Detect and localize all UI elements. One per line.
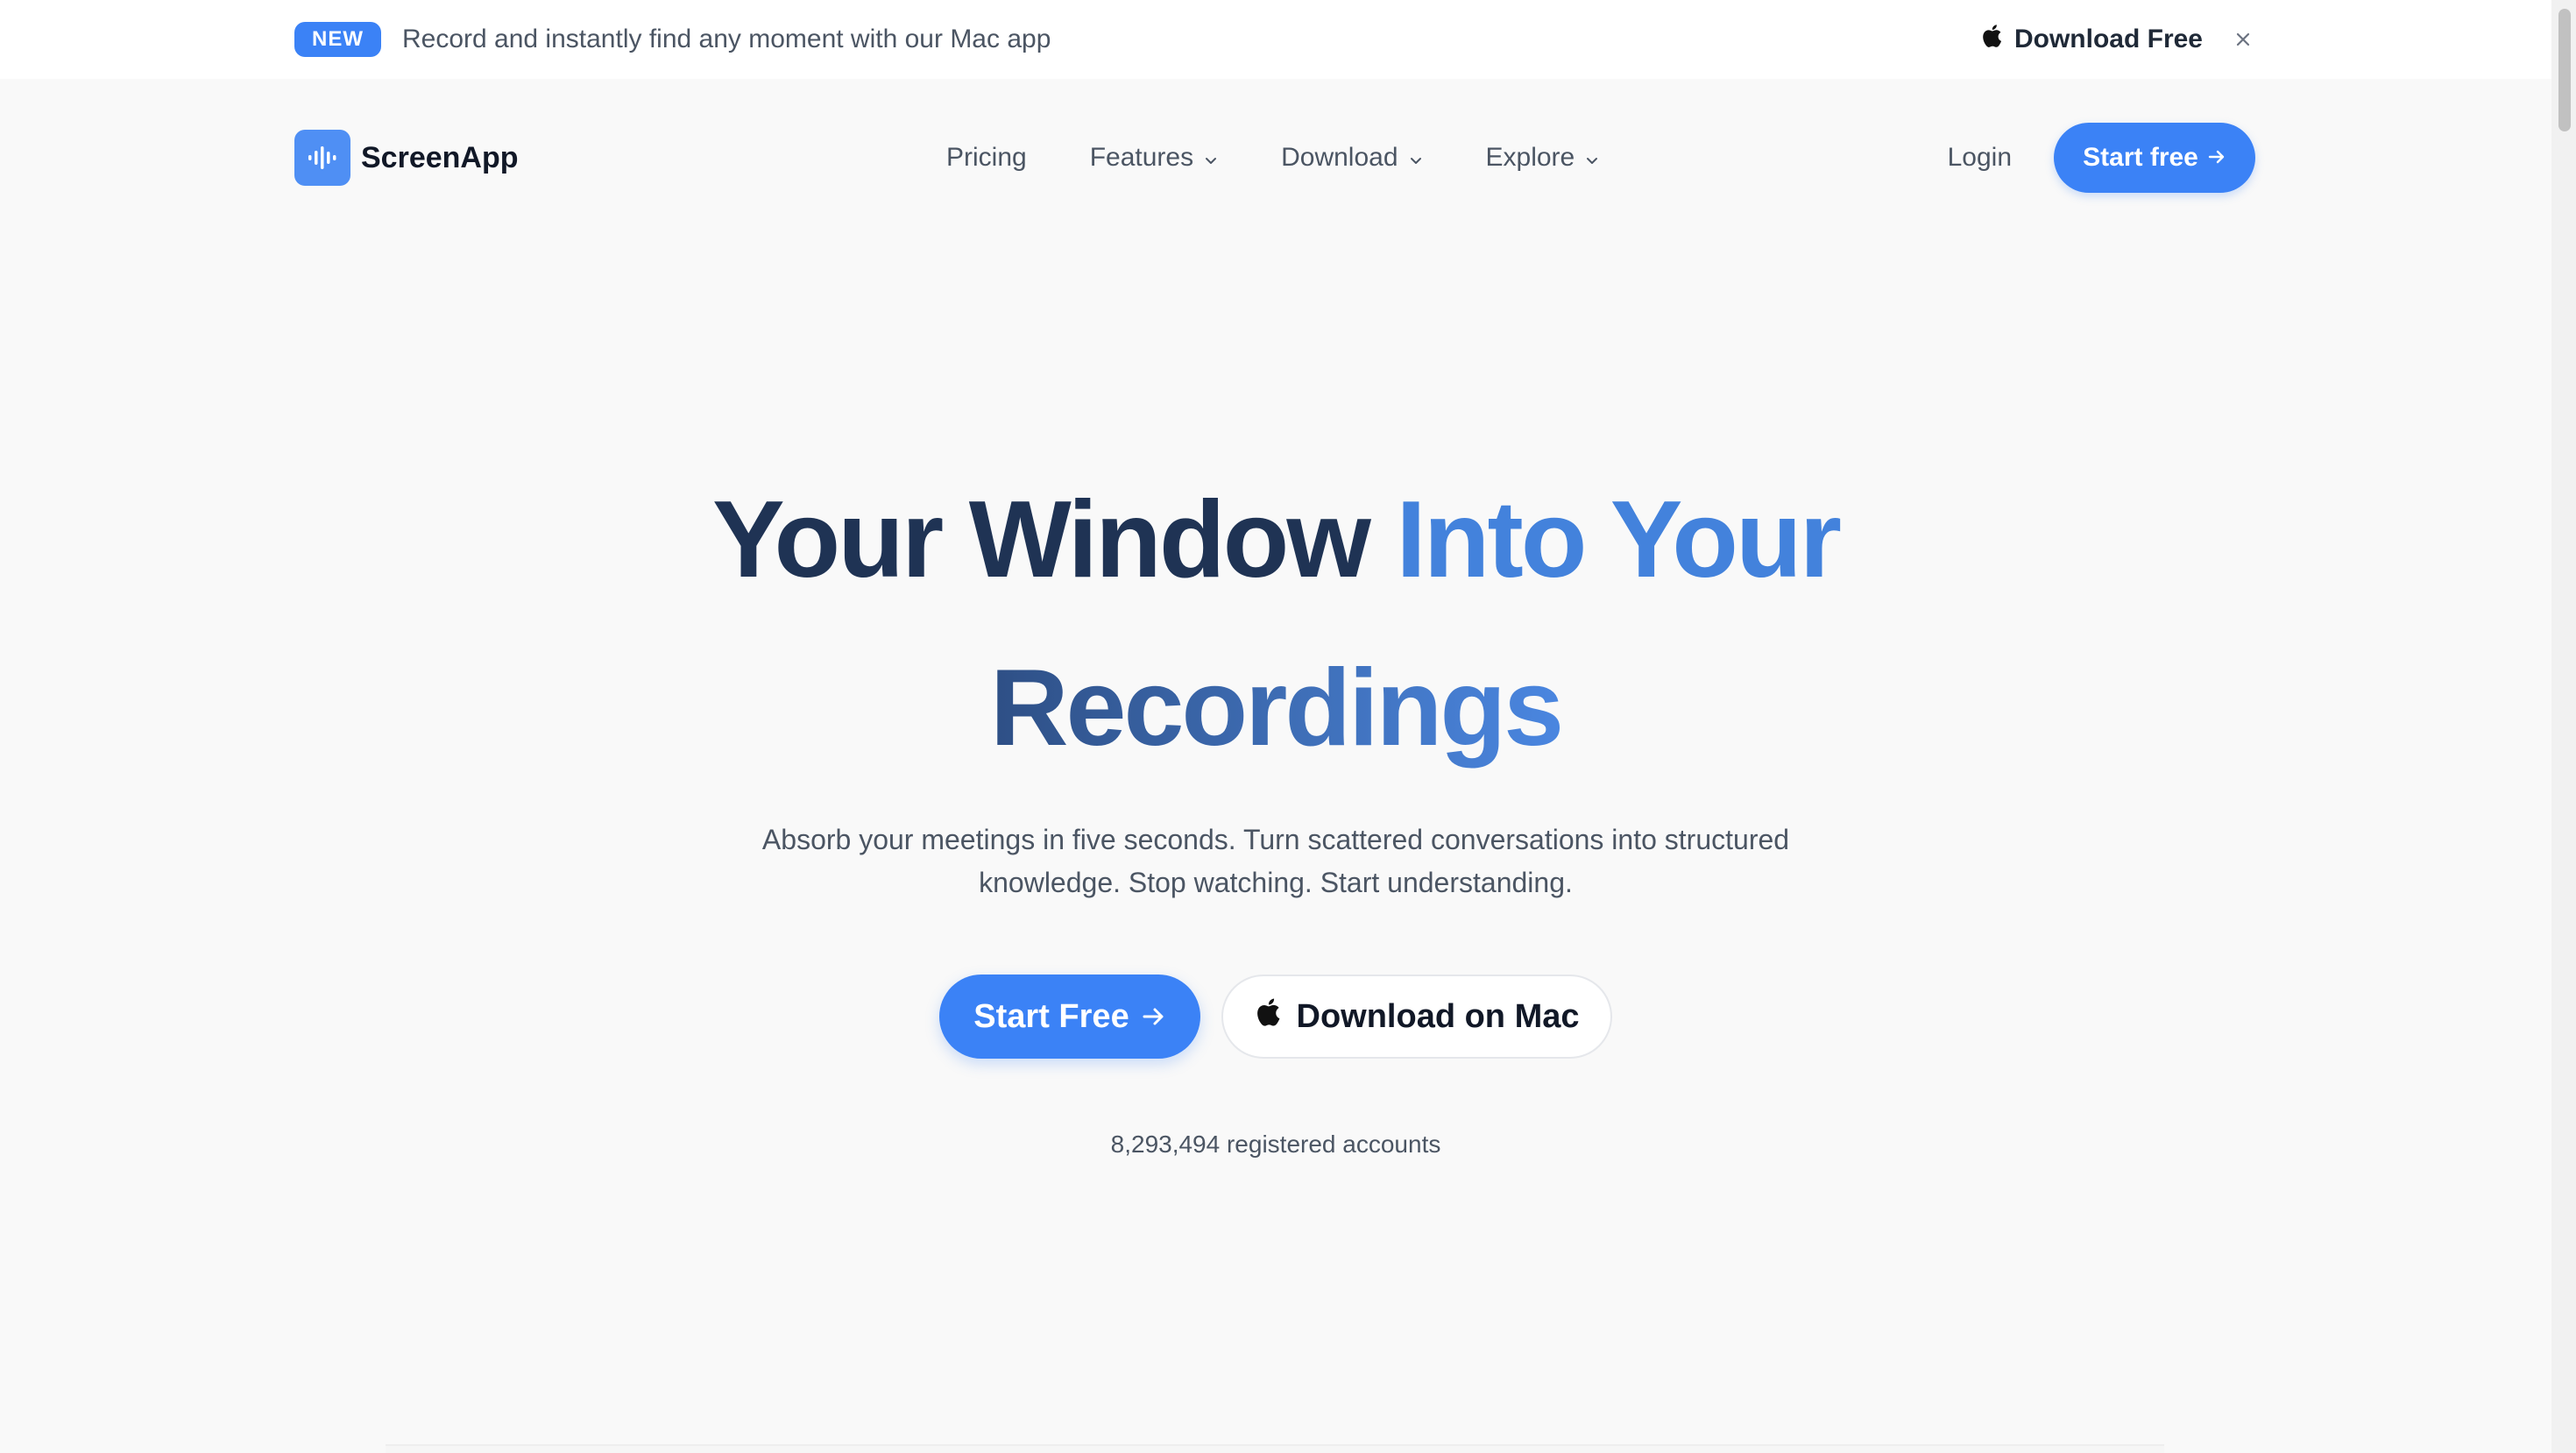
announcement-text: Record and instantly find any moment wit…	[402, 25, 1051, 53]
announcement-download-label: Download Free	[2013, 25, 2203, 53]
nav-item-explore[interactable]: Explore	[1486, 143, 1600, 173]
chevron-down-icon	[1409, 143, 1423, 173]
nav-item-label: Pricing	[946, 143, 1027, 172]
page-scrollbar[interactable]	[2551, 0, 2576, 1453]
product-preview-edge	[386, 1444, 2164, 1453]
announcement-actions: Download Free	[1981, 24, 2257, 55]
new-badge: NEW	[294, 22, 381, 57]
nav-item-pricing[interactable]: Pricing	[946, 143, 1027, 173]
logo-link[interactable]: ScreenApp	[294, 130, 519, 186]
nav-item-label: Explore	[1485, 143, 1575, 172]
chevron-down-icon	[1204, 143, 1218, 173]
brand-name: ScreenApp	[361, 140, 519, 174]
waveform-icon	[294, 130, 350, 186]
nav-item-features[interactable]: Features	[1090, 143, 1218, 173]
start-free-button[interactable]: Start Free	[939, 975, 1200, 1059]
nav-actions: Login Start free	[1948, 121, 2255, 195]
download-mac-button[interactable]: Download on Mac	[1221, 975, 1612, 1059]
nav-item-label: Download	[1281, 143, 1398, 172]
nav-item-download[interactable]: Download	[1281, 143, 1422, 173]
arrow-right-icon	[1142, 998, 1166, 1036]
start-free-nav-label: Start free	[2083, 143, 2198, 172]
hero-cta-row: Start Free Download on Mac	[0, 975, 2551, 1059]
apple-icon	[1981, 24, 2002, 55]
hero-subtitle: Absorb your meetings in five seconds. Tu…	[761, 824, 1790, 898]
chevron-down-icon	[1585, 143, 1599, 173]
registered-accounts-count: 8,293,494 registered accounts	[1110, 1131, 1441, 1158]
main-nav: ScreenApp Pricing Features Download Expl…	[294, 121, 2255, 195]
download-mac-label: Download on Mac	[1296, 997, 1580, 1035]
scrollbar-thumb[interactable]	[2558, 9, 2571, 131]
nav-item-label: Features	[1089, 143, 1194, 172]
hero-title-part1: Your Window	[712, 479, 1371, 600]
announcement-bar: NEW Record and instantly find any moment…	[0, 0, 2551, 79]
apple-icon	[1255, 997, 1281, 1036]
hero-title: Your Window Into Your Recordings	[0, 456, 2551, 792]
announcement-download-link[interactable]: Download Free	[1981, 24, 2203, 55]
arrow-right-icon	[2207, 143, 2226, 173]
start-free-nav-button[interactable]: Start free	[2054, 123, 2255, 193]
login-link[interactable]: Login	[1948, 143, 2012, 173]
close-icon[interactable]	[2229, 25, 2257, 53]
page: NEW Record and instantly find any moment…	[0, 0, 2576, 1453]
hero-title-part2: Into Your	[1396, 479, 1842, 600]
hero-title-part3: Recordings	[989, 648, 1564, 769]
nav-menu: Pricing Features Download Explore	[946, 121, 1599, 195]
start-free-label: Start Free	[973, 997, 1129, 1035]
